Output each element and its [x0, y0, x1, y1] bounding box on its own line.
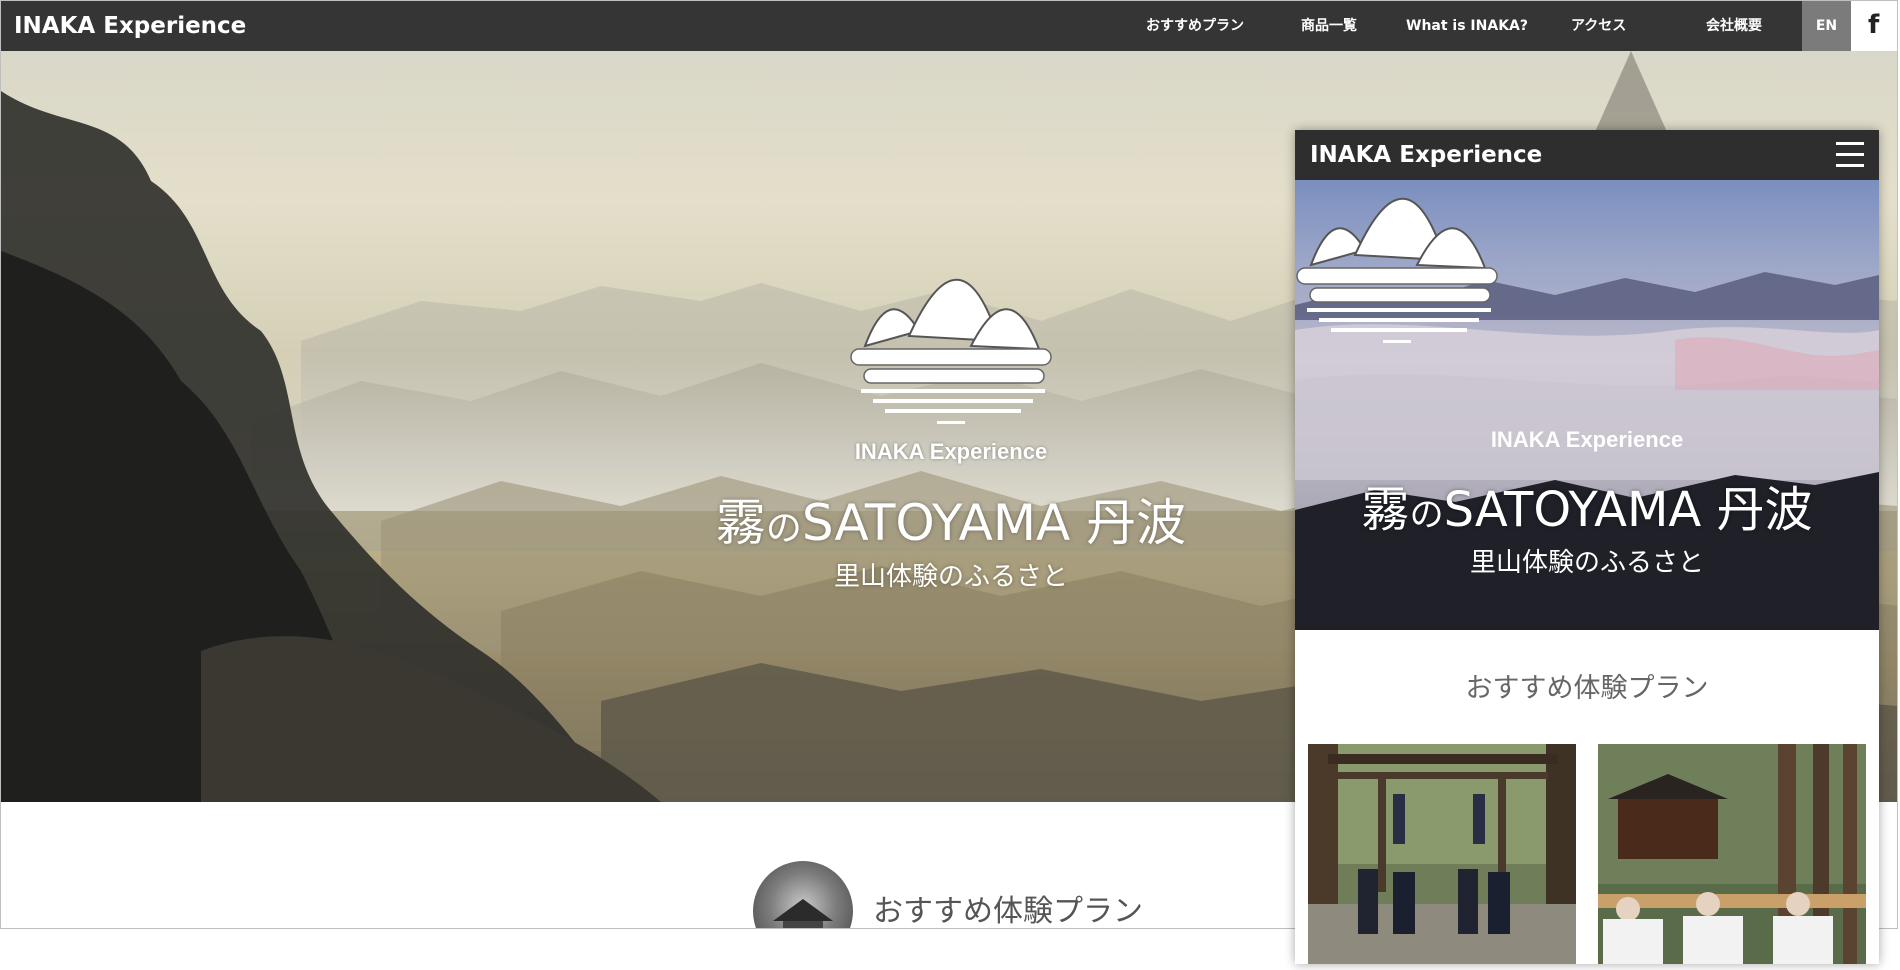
mobile-hero-logo-text: INAKA Experience	[1490, 427, 1684, 452]
shrine-festival-image	[1308, 744, 1576, 964]
mobile-inaka-logo-icon	[1296, 197, 1498, 343]
mobile-header: INAKA Experience	[1295, 130, 1879, 180]
hero-logo-text: INAKA Experience	[854, 439, 1048, 464]
hero-title: 霧のSATOYAMA 丹波	[651, 483, 1251, 555]
mobile-hero-title-main: SATOYAMA 丹波	[1443, 482, 1813, 538]
mobile-hero-title: 霧のSATOYAMA 丹波	[1295, 470, 1879, 540]
nav-item-company[interactable]: 会社概要	[1706, 1, 1762, 51]
mobile-hero-title-no: の	[1409, 495, 1444, 535]
nav-item-what-is-inaka[interactable]: What is INAKA?	[1406, 1, 1528, 51]
hero-title-main: SATOYAMA 丹波	[801, 494, 1187, 552]
facebook-button[interactable]: f	[1851, 1, 1897, 51]
mobile-hero-banner: INAKA Experience 霧のSATOYAMA 丹波 里山体験のふるさと	[1295, 180, 1879, 630]
section-avatar-image	[753, 861, 853, 928]
mobile-brand-link[interactable]: INAKA Experience	[1310, 130, 1542, 180]
nav-item-access[interactable]: アクセス	[1571, 1, 1626, 51]
shrine-festival-photo[interactable]	[1308, 744, 1576, 964]
language-toggle-button[interactable]: EN	[1802, 1, 1851, 51]
nav-item-recommended-plans[interactable]: おすすめプラン	[1146, 1, 1244, 51]
inaka-logo-icon	[850, 278, 1052, 424]
nav-item-products[interactable]: 商品一覧	[1301, 1, 1357, 51]
hamburger-menu-icon[interactable]	[1836, 142, 1864, 168]
section-title-recommended: おすすめ体験プラン	[873, 894, 1143, 929]
top-navbar: INAKA Experience おすすめプラン 商品一覧 What is IN…	[1, 1, 1897, 51]
site-brand-link[interactable]: INAKA Experience	[14, 1, 246, 51]
mobile-hero-subtitle: 里山体験のふるさと	[1469, 548, 1704, 578]
hero-title-no: の	[765, 508, 802, 549]
mikoshi-procession-photo[interactable]	[1598, 744, 1866, 964]
shrine-icon	[773, 899, 833, 928]
mobile-hero-title-kanji: 霧	[1361, 482, 1410, 538]
hero-title-kanji: 霧	[715, 494, 766, 552]
hero-subtitle: 里山体験のふるさと	[833, 562, 1068, 592]
mikoshi-procession-image	[1598, 744, 1866, 964]
mobile-preview-panel: INAKA Experience INAKA Experience 霧のSATO…	[1295, 130, 1879, 964]
mobile-section-title: おすすめ体験プラン	[1465, 673, 1709, 704]
facebook-icon: f	[1868, 10, 1880, 40]
